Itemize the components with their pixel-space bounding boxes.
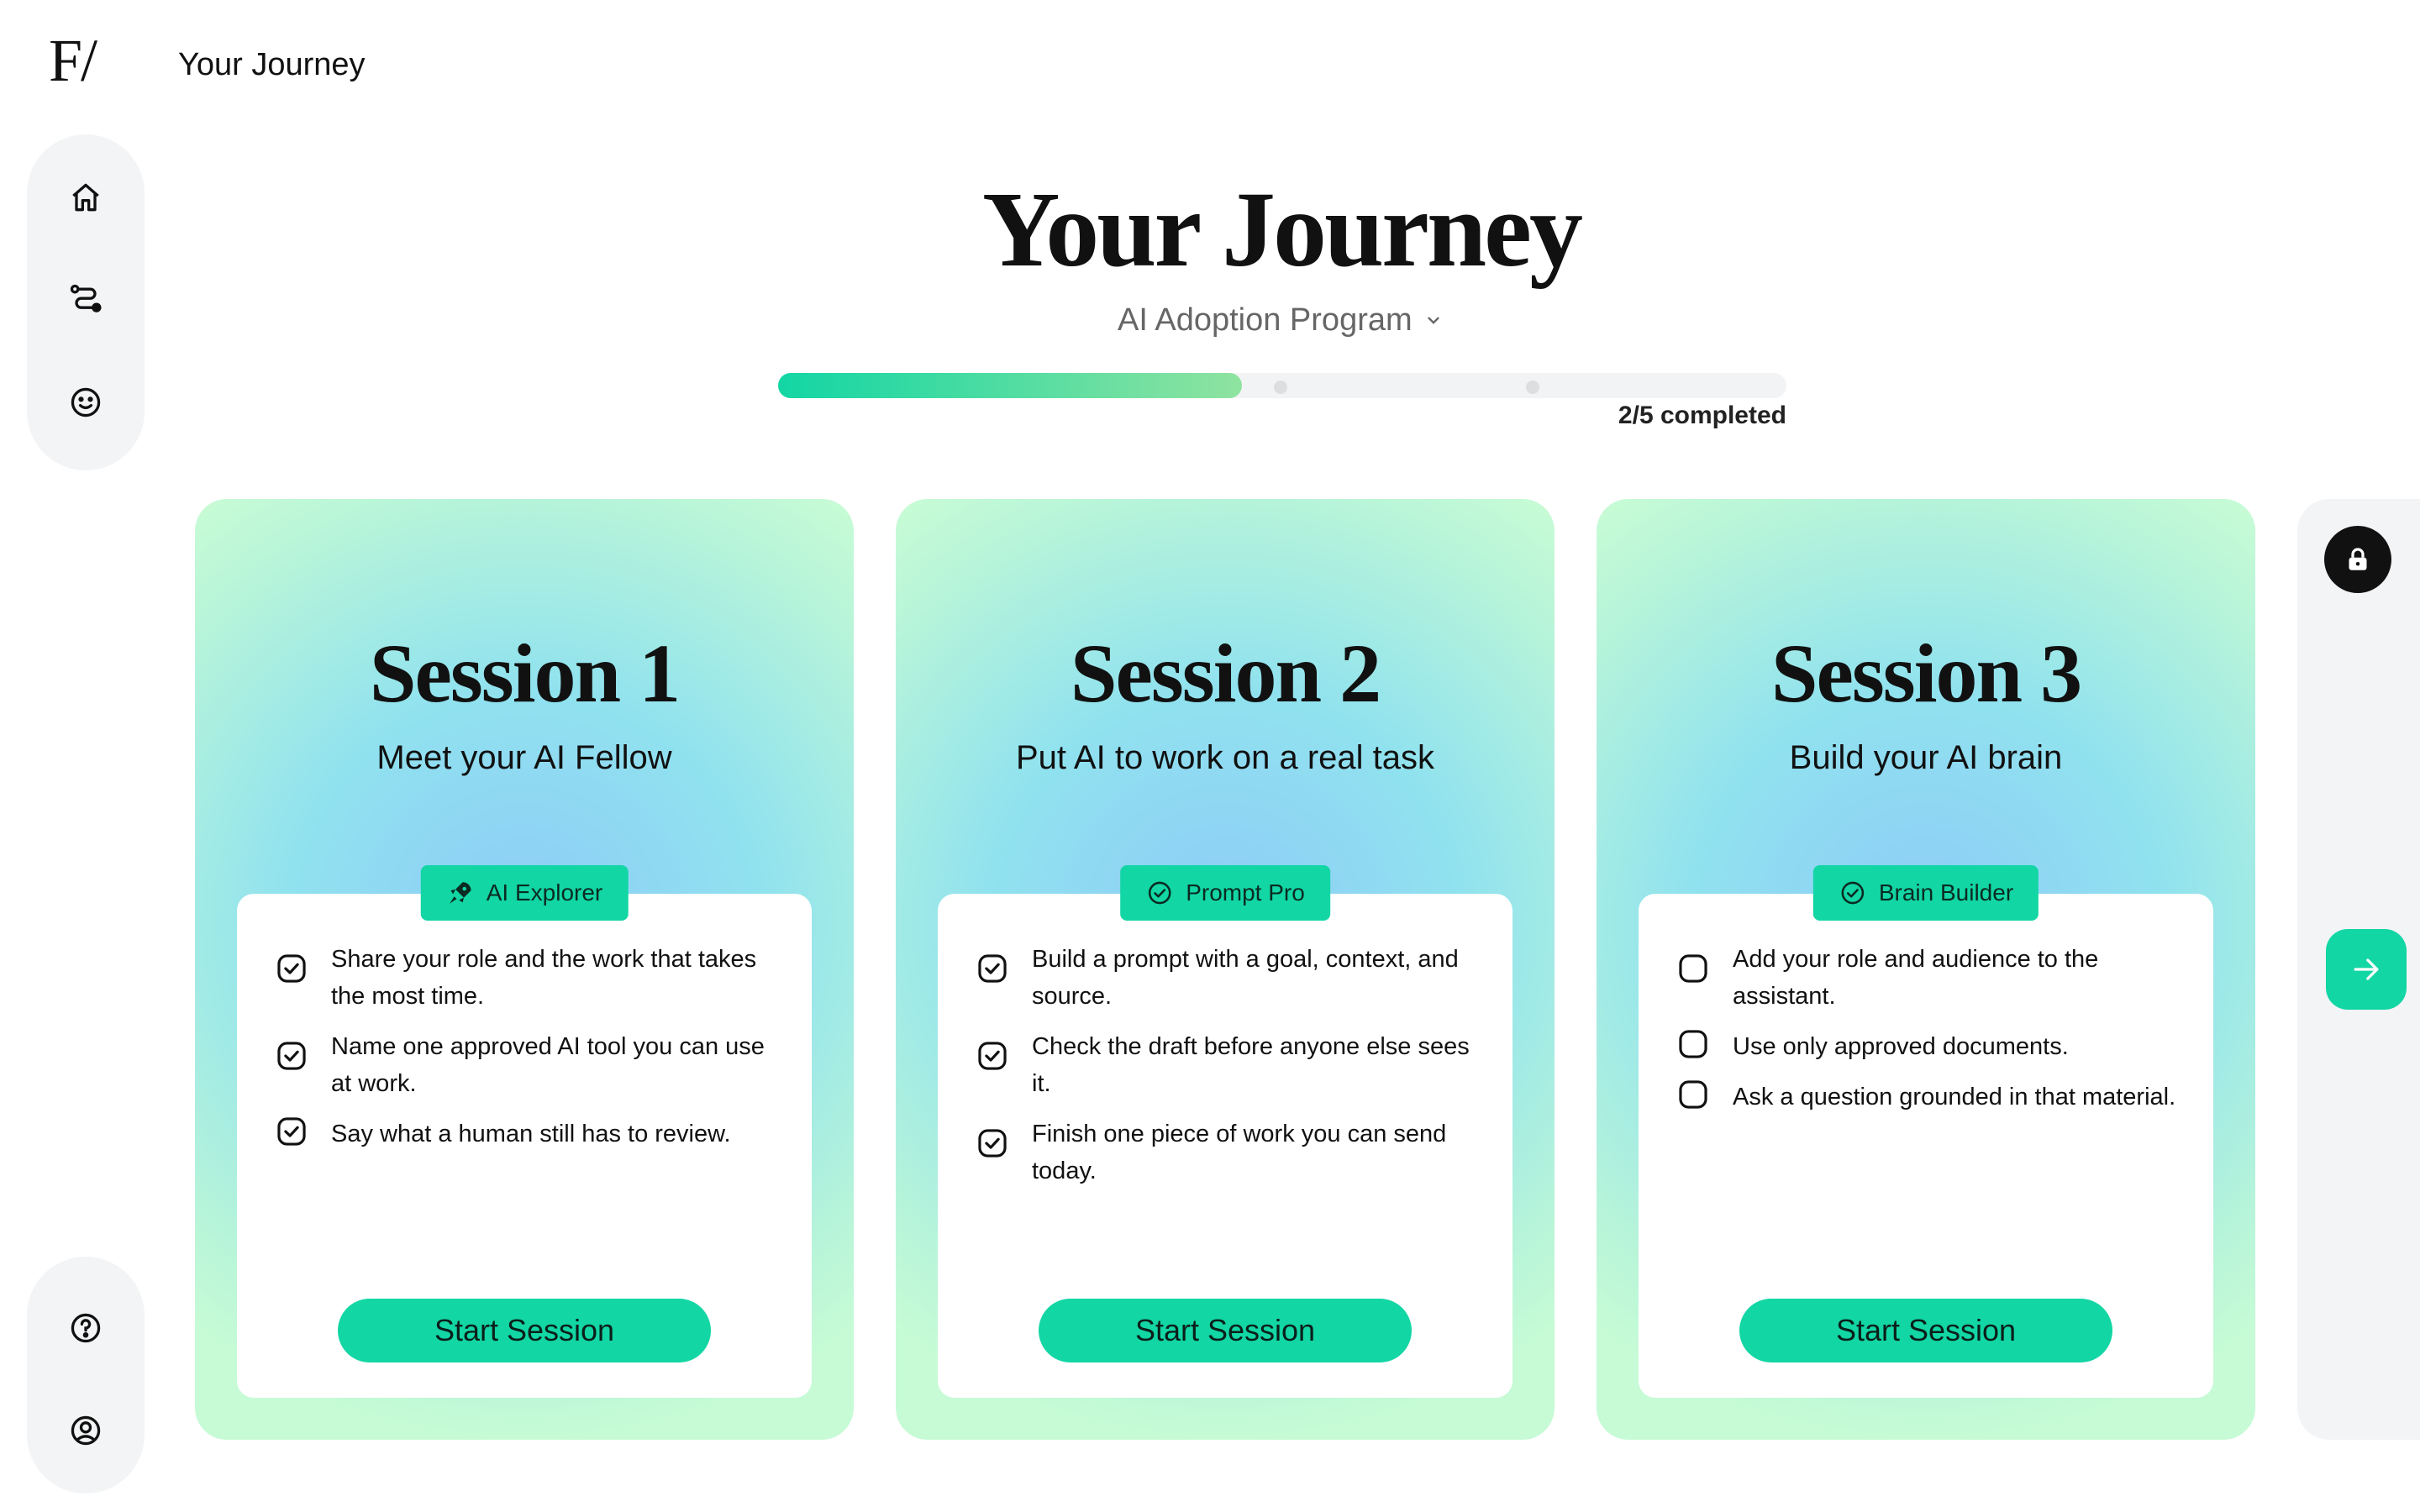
- progress-step-dot: [1526, 381, 1539, 394]
- checked-checkbox[interactable]: [976, 1127, 1008, 1159]
- session-badge: Brain Builder: [1812, 865, 2039, 921]
- session-subtitle: Put AI to work on a real task: [1015, 739, 1435, 776]
- progress-bar: [778, 373, 1786, 398]
- unchecked-checkbox[interactable]: [1677, 1028, 1709, 1060]
- checklist-item: Ask a question grounded in that material…: [1677, 1079, 2188, 1116]
- rocket-icon: [450, 882, 471, 904]
- checked-checkbox[interactable]: [276, 1040, 308, 1072]
- start-session-button[interactable]: Start Session: [1739, 1299, 2112, 1362]
- checked-checkbox[interactable]: [976, 953, 1008, 984]
- checklist-text: Finish one piece of work you can send to…: [1032, 1121, 1447, 1184]
- checklist-item: Name one approved AI tool you can use at…: [276, 1028, 786, 1102]
- checklist-item: Finish one piece of work you can send to…: [976, 1116, 1487, 1189]
- smiley-icon[interactable]: [64, 381, 108, 423]
- checklist-text: Name one approved AI tool you can use at…: [331, 1033, 765, 1097]
- session-card-1: Session 1 Meet your AI Fellow AI Explore…: [195, 499, 854, 1440]
- session-subtitle: Build your AI brain: [1789, 739, 2063, 776]
- arrow-right-icon: [2354, 958, 2379, 980]
- brand: F/ Your Journey: [49, 30, 366, 91]
- checked-checkbox[interactable]: [976, 1040, 1008, 1072]
- program-selector[interactable]: AI Adoption Program: [1118, 302, 1444, 339]
- check-circle-icon: [1841, 881, 1865, 905]
- unchecked-checkbox[interactable]: [1677, 1079, 1709, 1110]
- session-card-3: Session 3 Build your AI brain Brain Buil…: [1597, 499, 2255, 1440]
- chevron-down-icon: [1428, 317, 1439, 324]
- session-subtitle: Meet your AI Fellow: [376, 739, 672, 776]
- session-panel: Brain Builder Add your role and audience…: [1639, 865, 2213, 1398]
- badge-label: AI Explorer: [486, 879, 603, 906]
- checklist-item: Check the draft before anyone else sees …: [976, 1028, 1487, 1102]
- session-panel: Prompt Pro Build a prompt with a goal, c…: [938, 865, 1512, 1398]
- next-arrow-button[interactable]: [2326, 929, 2407, 1010]
- session-panel: AI Explorer Share your role and the work…: [237, 865, 812, 1398]
- lock-icon: [2324, 526, 2391, 593]
- checklist-item: Use only approved documents.: [1677, 1028, 2188, 1065]
- checklist-text: Say what a human still has to review.: [331, 1121, 731, 1147]
- page-title: Your Journey: [982, 170, 1583, 289]
- profile-icon[interactable]: [64, 1410, 108, 1452]
- session-title: Session 3: [1770, 627, 2082, 720]
- checked-checkbox[interactable]: [276, 1116, 308, 1147]
- checklist-text: Ask a question grounded in that material…: [1733, 1084, 2176, 1110]
- check-circle-icon: [1148, 881, 1171, 905]
- unchecked-checkbox[interactable]: [1677, 953, 1709, 984]
- program-label: AI Adoption Program: [1118, 302, 1413, 338]
- checklist-text: Use only approved documents.: [1733, 1033, 2069, 1060]
- start-session-button[interactable]: Start Session: [1039, 1299, 1412, 1362]
- checklist-item: Add your role and audience to the assist…: [1677, 941, 2188, 1015]
- checklist-item: Build a prompt with a goal, context, and…: [976, 941, 1487, 1015]
- checked-checkbox[interactable]: [276, 953, 308, 984]
- checklist-text: Add your role and audience to the assist…: [1733, 946, 2099, 1010]
- start-session-button[interactable]: Start Session: [338, 1299, 711, 1362]
- checklist-item: Share your role and the work that takes …: [276, 941, 786, 1015]
- badge-label: Prompt Pro: [1186, 879, 1305, 906]
- session-card-2: Session 2 Put AI to work on a real task …: [896, 499, 1555, 1440]
- help-icon[interactable]: [64, 1307, 108, 1349]
- progress-step-dot: [1274, 381, 1287, 394]
- badge-label: Brain Builder: [1878, 879, 2014, 906]
- header-title: Your Journey: [178, 46, 366, 82]
- sidebar-bottom: [27, 1257, 145, 1494]
- session-badge: Prompt Pro: [1120, 865, 1330, 921]
- session-title: Session 1: [369, 627, 681, 720]
- checklist-item: Say what a human still has to review.: [276, 1116, 786, 1152]
- progress-label: 2/5 completed: [1618, 402, 1786, 429]
- session-title: Session 2: [1070, 627, 1381, 720]
- checklist-text: Check the draft before anyone else sees …: [1032, 1033, 1470, 1097]
- session-badge: AI Explorer: [420, 865, 629, 921]
- checklist-text: Build a prompt with a goal, context, and…: [1032, 946, 1459, 1010]
- checklist-text: Share your role and the work that takes …: [331, 946, 757, 1010]
- logo: F/: [49, 27, 97, 94]
- progress-fill: [778, 373, 1242, 398]
